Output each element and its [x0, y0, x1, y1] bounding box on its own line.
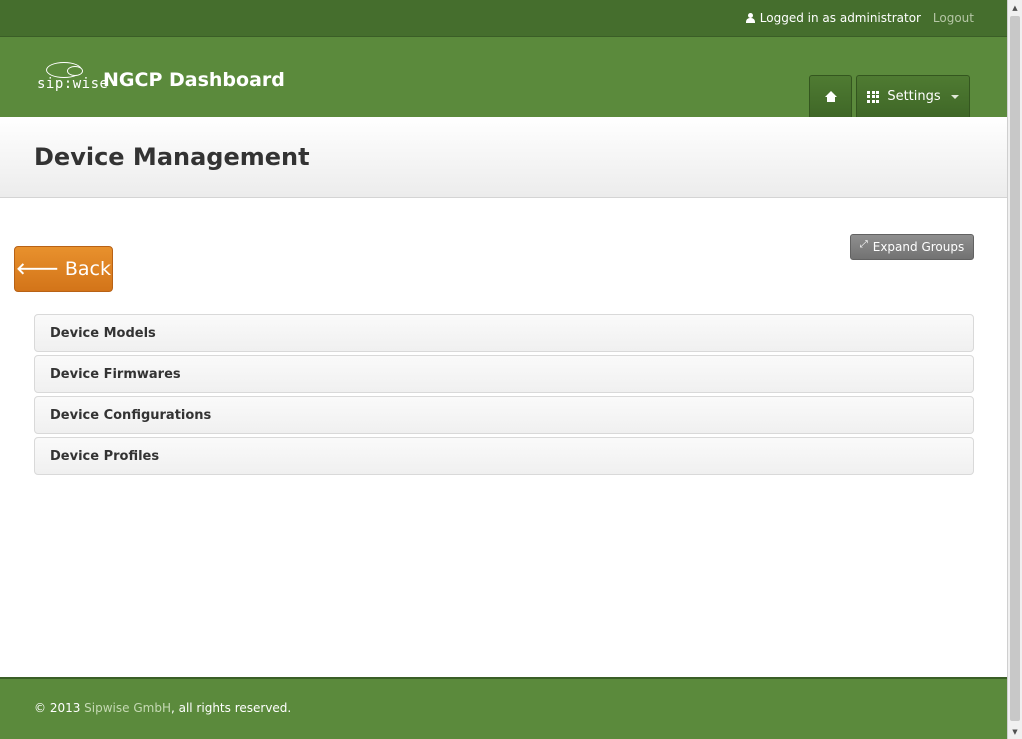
group-label: Device Configurations — [50, 408, 212, 423]
page-title-band: Device Management — [0, 117, 1007, 198]
footer-copyright: © 2013 Sipwise GmbH, all rights reserved… — [34, 701, 291, 715]
back-label: Back — [64, 258, 112, 280]
header: sip:wise NGCP Dashboard Settings — [0, 37, 1007, 117]
group-label: Device Firmwares — [50, 367, 181, 382]
expand-groups-label: Expand Groups — [872, 240, 965, 254]
group-label: Device Profiles — [50, 449, 160, 464]
expand-icon: ⤢ — [859, 239, 868, 250]
group-label: Device Models — [50, 326, 156, 341]
copyright-suffix: , all rights reserved. — [170, 701, 292, 715]
sipwise-logo-mark: sip:wise — [37, 62, 108, 92]
company-link[interactable]: Sipwise GmbH — [84, 701, 171, 715]
scroll-down-icon[interactable]: ▼ — [1008, 724, 1022, 739]
settings-label: Settings — [887, 89, 941, 104]
group-device-configurations[interactable]: Device Configurations — [34, 396, 974, 434]
logo-brand: sip:wise — [37, 76, 109, 92]
arrow-left-icon: 🡐 — [15, 259, 59, 278]
top-bar: Logged in as administrator Logout — [0, 0, 1007, 37]
scroll-up-icon[interactable]: ▲ — [1008, 0, 1022, 15]
logout-link[interactable]: Logout — [933, 11, 974, 25]
caret-down-icon — [950, 94, 959, 99]
back-button[interactable]: 🡐 Back — [14, 246, 113, 292]
page: Logged in as administrator Logout sip:wi… — [0, 0, 1007, 739]
settings-menu-button[interactable]: Settings — [856, 75, 970, 117]
home-icon — [824, 91, 837, 102]
footer: © 2013 Sipwise GmbH, all rights reserved… — [0, 677, 1007, 739]
logo-title: NGCP Dashboard — [103, 69, 285, 91]
logo-bubble-small-icon — [67, 66, 83, 76]
group-device-models[interactable]: Device Models — [34, 314, 974, 352]
home-button[interactable] — [809, 75, 852, 117]
scroll-thumb[interactable] — [1010, 16, 1020, 721]
group-device-profiles[interactable]: Device Profiles — [34, 437, 974, 475]
grid-icon — [867, 90, 880, 103]
logo[interactable]: sip:wise NGCP Dashboard — [37, 62, 285, 92]
expand-groups-button[interactable]: ⤢ Expand Groups — [850, 234, 974, 260]
group-device-firmwares[interactable]: Device Firmwares — [34, 355, 974, 393]
page-title: Device Management — [34, 143, 310, 171]
user-info: Logged in as administrator — [745, 11, 921, 25]
vertical-scrollbar[interactable]: ▲ ▼ — [1007, 0, 1022, 739]
copyright-prefix: © 2013 — [34, 701, 85, 715]
user-icon — [745, 13, 755, 23]
logged-in-text: Logged in as administrator — [759, 11, 921, 25]
